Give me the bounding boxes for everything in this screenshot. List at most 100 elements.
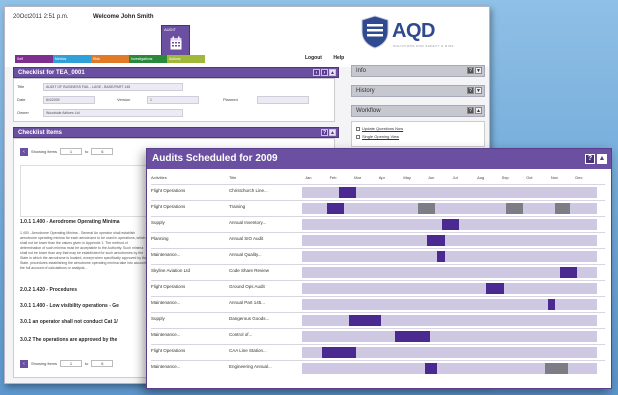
workflow-option[interactable]: Single Opening View xyxy=(356,134,399,139)
expand-icon[interactable]: ▼ xyxy=(475,87,482,94)
pager-to-input[interactable]: 6 xyxy=(91,360,114,367)
title-field[interactable]: AUDIT OF BUSINESS FAIL - LASE - BASE/PAR… xyxy=(43,83,183,91)
pager-prev-button[interactable]: ‹ xyxy=(20,147,28,156)
workflow-panel-header[interactable]: Workflow ? ▲ xyxy=(351,105,485,117)
logout-link[interactable]: Logout xyxy=(305,55,322,61)
audit-activity-cell[interactable]: Supply xyxy=(151,316,225,321)
pager-from-input[interactable]: 1 xyxy=(60,360,83,367)
audit-schedule-bar[interactable] xyxy=(486,283,504,294)
checklist-item[interactable]: 2.0.2 1.420 - Procedures xyxy=(20,287,77,293)
field-label-date: Date xyxy=(17,97,26,102)
help-icon[interactable]: ? xyxy=(585,154,595,164)
audit-activity-cell[interactable]: Maintenance... xyxy=(151,252,225,257)
workflow-panel-title: Workflow xyxy=(356,108,381,114)
audit-schedule-bar[interactable] xyxy=(395,331,430,342)
checklist-item[interactable]: 3.0.1 1.400 - Low visibility operations … xyxy=(20,303,119,309)
prev-record-button[interactable]: ‹ xyxy=(313,69,320,76)
audit-title-cell[interactable]: Engineering Annual... xyxy=(229,364,299,369)
audit-schedule-bar[interactable] xyxy=(506,203,524,214)
help-icon[interactable]: ? xyxy=(467,107,474,114)
checklist-item[interactable]: 3.0.1 an operator shall not conduct Cat … xyxy=(20,319,118,325)
audit-schedule-bar[interactable] xyxy=(547,299,556,310)
audit-title-cell[interactable]: Ground Ops Audit xyxy=(229,284,299,289)
owner-field[interactable]: Woodside Airlines Ltd xyxy=(43,109,183,117)
pager-prev-button[interactable]: ‹ xyxy=(20,359,28,368)
audit-schedule-bar[interactable] xyxy=(545,363,568,374)
audit-schedule-bar[interactable] xyxy=(424,363,438,374)
checkbox-icon[interactable] xyxy=(356,126,360,131)
audit-schedule-bar[interactable] xyxy=(427,235,445,246)
aqd-logo: AQD SOLUTIONS FOR SAFETY & RISK xyxy=(361,15,483,55)
menu-item-actions[interactable]: Actions xyxy=(167,55,205,63)
audit-schedule-bar[interactable] xyxy=(560,267,578,278)
audit-activity-cell[interactable]: Planning xyxy=(151,236,225,241)
audit-activity-cell[interactable]: Flight Operations xyxy=(151,348,225,353)
help-link[interactable]: Help xyxy=(333,55,344,61)
audit-title-cell[interactable]: Control of... xyxy=(229,332,299,337)
audit-title-cell[interactable]: Dangerous Goods... xyxy=(229,316,299,321)
schedule-lane xyxy=(302,251,597,262)
schedule-lane xyxy=(302,315,597,326)
audit-title-cell[interactable]: Annual Part 145... xyxy=(229,300,299,305)
checkbox-icon[interactable] xyxy=(356,134,360,139)
audit-activity-cell[interactable]: Flight Operations xyxy=(151,188,225,193)
audit-title-cell[interactable]: Annual Inventory... xyxy=(229,220,299,225)
field-row-title: Title AUDIT OF BUSINESS FAIL - LASE - BA… xyxy=(17,83,333,92)
audit-schedule-bar[interactable] xyxy=(348,315,381,326)
month-header: Jun xyxy=(427,175,435,180)
collapse-icon[interactable]: ▲ xyxy=(475,107,482,114)
checklist-item[interactable]: 1.0.1 1.400 - Aerodrome Operating Minima xyxy=(20,219,120,225)
audit-nav-tile[interactable]: AUDIT xyxy=(161,25,190,58)
date-field[interactable]: 8/4/2009 xyxy=(43,96,95,104)
month-header: Jan xyxy=(305,175,312,180)
history-panel-header[interactable]: History ? ▼ xyxy=(351,85,485,97)
help-icon[interactable]: ? xyxy=(321,129,328,136)
audit-activity-cell[interactable]: Maintenance... xyxy=(151,300,225,305)
audit-schedule-bar[interactable] xyxy=(326,203,344,214)
audit-title-cell[interactable]: Christchurch Line... xyxy=(229,188,299,193)
audit-activity-cell[interactable]: Maintenance... xyxy=(151,332,225,337)
checklist-item[interactable]: 3.0.2 The operations are approved by the xyxy=(20,337,117,343)
field-row-date: Date 8/4/2009 Version 1 Planned xyxy=(17,96,333,105)
collapse-icon[interactable]: ▲ xyxy=(597,154,607,164)
expand-icon[interactable]: ▼ xyxy=(475,67,482,74)
menu-item-risk[interactable]: Risk xyxy=(91,55,129,63)
planned-field[interactable] xyxy=(257,96,309,104)
menu-item-metrics[interactable]: Metrics xyxy=(53,55,91,63)
audit-activity-cell[interactable]: Flight Operations xyxy=(151,204,225,209)
audit-title-cell[interactable]: Training xyxy=(229,204,299,209)
audit-title-cell[interactable]: Annual SIO Audit xyxy=(229,236,299,241)
audit-activity-cell[interactable]: Supply xyxy=(151,220,225,225)
schedule-lane xyxy=(302,267,597,278)
menu-item-investigations[interactable]: Investigations xyxy=(129,55,167,63)
collapse-icon[interactable]: ▲ xyxy=(329,129,336,136)
version-field[interactable]: 1 xyxy=(147,96,199,104)
collapse-icon[interactable]: ▲ xyxy=(329,69,336,76)
audit-schedule-bar[interactable] xyxy=(437,251,445,262)
next-record-button[interactable]: › xyxy=(321,69,328,76)
calendar-icon xyxy=(170,36,182,50)
workflow-option[interactable]: Update Questions Now xyxy=(356,126,403,131)
audit-schedule-bar[interactable] xyxy=(338,187,357,198)
audit-activity-cell[interactable]: Flight Operations xyxy=(151,284,225,289)
audit-title-cell[interactable]: Code Share Review xyxy=(229,268,299,273)
help-icon[interactable]: ? xyxy=(467,67,474,74)
audit-schedule-bar[interactable] xyxy=(555,203,570,214)
audit-schedule-bar[interactable] xyxy=(321,347,357,358)
module-menu: Self Metrics Risk Investigations Actions xyxy=(15,55,233,63)
menu-item-self[interactable]: Self xyxy=(15,55,53,63)
audit-schedule-bar[interactable] xyxy=(417,203,435,214)
schedule-lane xyxy=(302,235,597,246)
audit-activity-cell[interactable]: Skyline Aviation Ltd xyxy=(151,268,225,273)
audit-schedule-bar[interactable] xyxy=(442,219,460,230)
row-divider xyxy=(151,264,605,265)
audit-title-cell[interactable]: Annual Quality... xyxy=(229,252,299,257)
pager-from-input[interactable]: 1 xyxy=(60,148,83,155)
audit-title-cell[interactable]: CAA Line Station... xyxy=(229,348,299,353)
help-icon[interactable]: ? xyxy=(467,87,474,94)
field-label-title: Title xyxy=(17,84,25,89)
info-panel-header[interactable]: Info ? ▼ xyxy=(351,65,485,77)
pager-to-input[interactable]: 6 xyxy=(91,148,114,155)
audit-activity-cell[interactable]: Maintenance... xyxy=(151,364,225,369)
schedule-lane xyxy=(302,203,597,214)
